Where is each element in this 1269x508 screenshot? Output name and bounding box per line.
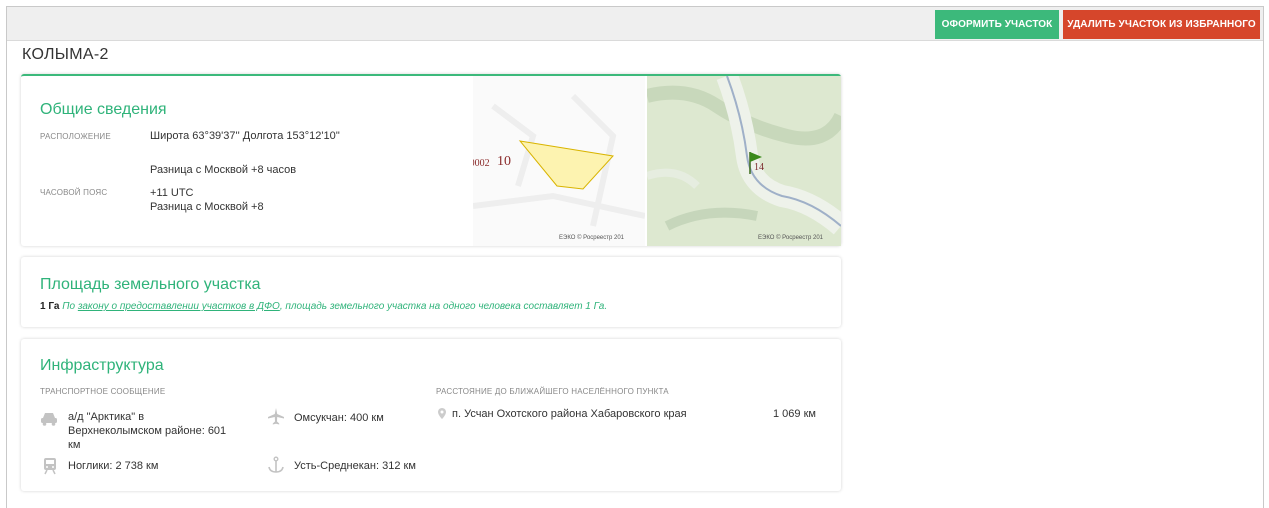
land-area-title: Площадь земельного участка <box>40 276 261 293</box>
topographic-map[interactable]: 14 ЕЭКО © Росреестр 201 <box>647 76 841 246</box>
general-info-title: Общие сведения <box>40 101 167 118</box>
cadastral-map[interactable]: 110002 10 ЕЭКО © Росреестр 201 <box>473 76 645 246</box>
infrastructure-title: Инфраструктура <box>40 357 164 374</box>
port-distance: Усть-Среднекан: 312 км <box>294 460 416 472</box>
topographic-map-drawing <box>647 76 841 246</box>
timezone-value: +11 UTC <box>150 187 194 199</box>
general-info-card: Общие сведения РАСПОЛОЖЕНИЕ Широта 63°39… <box>21 74 841 246</box>
map-attribution-left: ЕЭКО © Росреестр 201 <box>559 235 625 241</box>
page-title: КОЛЫМА-2 <box>22 46 109 63</box>
infrastructure-card: Инфраструктура ТРАНСПОРТНОЕ СООБЩЕНИЕ а/… <box>21 339 841 491</box>
transport-label: ТРАНСПОРТНОЕ СООБЩЕНИЕ <box>40 387 166 396</box>
road-line-3: км <box>68 439 81 451</box>
location-pin-icon <box>438 408 446 419</box>
nearest-settlement-label: РАССТОЯНИЕ ДО БЛИЖАЙШЕГО НАСЕЛЁННОГО ПУН… <box>436 387 669 396</box>
road-line-2: Верхнеколымском районе: 601 <box>68 425 227 437</box>
parcel-number: 10 <box>497 154 511 169</box>
nearest-settlement-name: п. Усчан Охотского района Хабаровского к… <box>452 408 687 420</box>
area-value: 1 Га <box>40 301 60 312</box>
land-area-card: Площадь земельного участка 1 Га По закон… <box>21 257 841 327</box>
register-plot-button[interactable]: ОФОРМИТЬ УЧАСТОК <box>935 10 1059 39</box>
moscow-diff-hours: Разница с Москвой +8 часов <box>150 164 297 176</box>
coordinates-value: Широта 63°39'37'' Долгота 153°12'10'' <box>150 130 340 142</box>
timezone-moscow-diff: Разница с Москвой +8 <box>150 201 264 213</box>
train-icon <box>44 458 56 475</box>
timezone-label: ЧАСОВОЙ ПОЯС <box>40 188 108 197</box>
area-note-post: , площадь земельного участка на одного ч… <box>279 301 608 312</box>
air-distance: Омсукчан: 400 км <box>294 412 384 424</box>
airplane-icon <box>268 408 284 425</box>
anchor-icon <box>268 456 284 473</box>
map-flag-label: 14 <box>754 162 764 173</box>
map-attribution-right: ЕЭКО © Росреестр 201 <box>758 235 824 241</box>
nearest-settlement-distance: 1 069 км <box>773 408 816 420</box>
area-note-pre: По <box>62 301 76 312</box>
area-line: 1 Га По закону о предоставлении участков… <box>40 301 607 312</box>
remove-from-favorites-button[interactable]: УДАЛИТЬ УЧАСТОК ИЗ ИЗБРАННОГО <box>1063 10 1260 39</box>
top-toolbar: ОФОРМИТЬ УЧАСТОК УДАЛИТЬ УЧАСТОК ИЗ ИЗБР… <box>7 7 1263 41</box>
car-icon <box>41 413 57 426</box>
parcel-code: 110002 <box>473 158 490 169</box>
rail-distance: Ноглики: 2 738 км <box>68 460 159 472</box>
dfo-law-link[interactable]: закону о предоставлении участков в ДФО <box>78 301 280 312</box>
road-line-1: а/д "Арктика" в <box>68 411 145 423</box>
location-label: РАСПОЛОЖЕНИЕ <box>40 132 111 141</box>
